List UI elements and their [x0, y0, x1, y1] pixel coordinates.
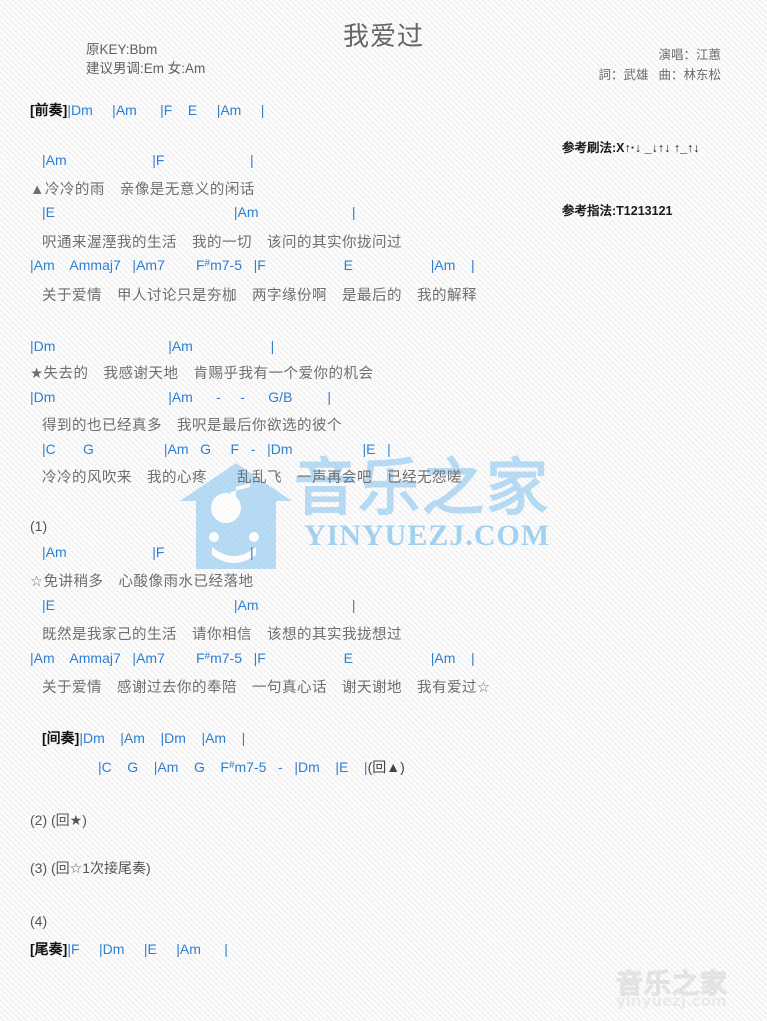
verse2-chords-2: |E |Am |: [42, 597, 356, 613]
outro-chords: |F |Dm |E |Am |: [67, 941, 228, 957]
chorus-chords-1: |Dm |Am |: [30, 338, 275, 354]
credits-line-2: 詞：武雄 曲：林东松: [588, 65, 721, 85]
interlude-chords-1: |Dm |Am |Dm |Am |: [79, 730, 246, 746]
repeat-star-solid: (回★): [51, 812, 87, 828]
outro-tag: [尾奏]: [30, 941, 68, 957]
verse1-lyric-3: 关于爱情 甲人讨论只是夯枷 两字缘份啊 是最后的 我的解释: [42, 288, 477, 304]
chorus-lyric-2: 得到的也已经真多 我呎是最后你欲选的彼个: [42, 418, 342, 434]
watermark-bottom-url: yinyuezj.com: [616, 992, 727, 1010]
section-number-2: (2): [30, 812, 48, 828]
section-3-row: (3) (回☆1次接尾奏): [30, 858, 151, 878]
verse2-chords-3b: m7-5 |F E |Am |: [210, 650, 475, 666]
finger-pattern: 参考指法:T1213121: [562, 201, 700, 222]
verse1-lyric-1: ▲冷冷的雨 亲像是无意义的闲话: [30, 182, 255, 198]
repeat-triangle: (回▲): [367, 759, 405, 775]
composer: 曲：林东松: [658, 68, 721, 82]
lyricist: 詞：武雄: [598, 68, 649, 82]
key-info: 原KEY:Bbm 建议男调:Em 女:Am: [86, 40, 205, 78]
verse1-chords-1: |Am |F |: [42, 152, 254, 168]
section-number-3: (3): [30, 860, 48, 876]
interlude-chords-2b: m7-5 - |Dm |E |: [234, 759, 368, 775]
reference-patterns: 参考刷法:X↑·↓ _↓↑↓ ↑_↑↓ 参考指法:T1213121: [562, 96, 700, 264]
verse1-chords-3: |Am Ammaj7 |Am7 F#m7-5 |F E |Am |: [30, 257, 475, 273]
interlude-chords-2a: |C G |Am G F: [98, 759, 229, 775]
section-number-4: (4): [30, 913, 48, 929]
verse1-chords-3b: m7-5 |F E |Am |: [210, 257, 475, 273]
interlude-tag: [间奏]: [42, 730, 80, 746]
outro-row: [尾奏]|F |Dm |E |Am |: [30, 939, 228, 959]
prelude-row: [前奏]|Dm |Am |F E |Am |: [30, 100, 264, 120]
verse2-chords-3: |Am Ammaj7 |Am7 F#m7-5 |F E |Am |: [30, 650, 475, 666]
interlude-row-2: |C G |Am G F#m7-5 - |Dm |E |(回▲): [98, 757, 405, 777]
watermark-bottom: 音乐之家 yinyuezj.com: [608, 962, 758, 1014]
prelude-chords: |Dm |Am |F E |Am |: [67, 102, 265, 118]
watermark-main-url: YINYUEZJ.COM: [304, 519, 551, 552]
chorus-chords-2: |Dm |Am - - G/B |: [30, 389, 332, 405]
suggested-key: 建议男调:Em 女:Am: [86, 61, 206, 76]
strum-label: 参考刷法:: [562, 141, 617, 155]
repeat-star-hollow: (回☆1次接尾奏): [51, 860, 151, 876]
original-key: 原KEY:Bbm: [86, 42, 158, 57]
verse2-chords-1: |Am |F |: [42, 544, 254, 560]
verse1-lyric-2: 呎通来渥溼我的生活 我的一切 该问的其实你拢问过: [42, 235, 402, 251]
finger-value: T1213121: [616, 204, 673, 218]
strum-value: X↑·↓ _↓↑↓ ↑_↑↓: [616, 141, 700, 155]
chorus-lyric-1: ★失去的 我感谢天地 肯赐乎我有一个爱你的机会: [30, 366, 374, 382]
singer: 演唱：江蕙: [658, 48, 721, 62]
verse2-lyric-1: ☆免讲稍多 心酸像雨水已经落地: [30, 574, 254, 590]
verse1-chords-3a: |Am Ammaj7 |Am7 F: [30, 257, 205, 273]
verse1-chords-2: |E |Am |: [42, 204, 356, 220]
chorus-chords-3: |C G |Am G F - |Dm |E |: [42, 441, 391, 457]
verse2-lyric-3: 关于爱情 感谢过去你的奉陪 一句真心话 谢天谢地 我有爱过☆: [42, 680, 491, 696]
strum-pattern: 参考刷法:X↑·↓ _↓↑↓ ↑_↑↓: [562, 138, 700, 159]
prelude-tag: [前奏]: [30, 102, 68, 118]
chord-sheet-page: 音乐之家 YINYUEZJ.COM 音乐之家 yinyuezj.com 我爱过 …: [0, 0, 767, 1021]
section-2-row: (2) (回★): [30, 810, 87, 830]
verse2-lyric-2: 既然是我家己的生活 请你相信 该想的其实我拢想过: [42, 627, 402, 643]
section-number-1: (1): [30, 518, 48, 534]
verse2-chords-3a: |Am Ammaj7 |Am7 F: [30, 650, 205, 666]
interlude-row-1: [间奏]|Dm |Am |Dm |Am |: [42, 728, 245, 748]
credits: 演唱：江蕙 詞：武雄 曲：林东松: [588, 45, 721, 85]
finger-label: 参考指法:: [562, 204, 617, 218]
chorus-lyric-3: 冷冷的风吹来 我的心疼 乱乱飞 一声再会吧 已经无怨嗟: [42, 470, 462, 486]
